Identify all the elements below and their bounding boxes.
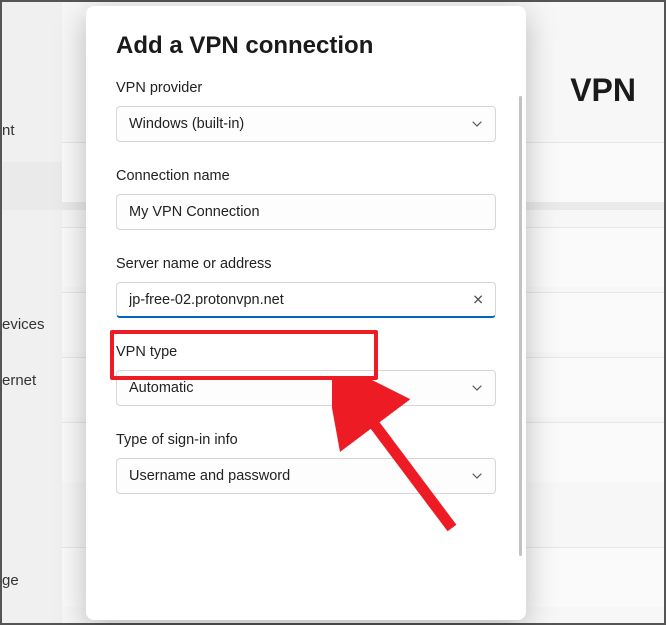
scrollbar[interactable] xyxy=(519,96,522,556)
field-vpn-provider: VPN provider Windows (built-in) xyxy=(116,80,496,142)
label-server-name: Server name or address xyxy=(116,256,496,272)
dropdown-value: Windows (built-in) xyxy=(129,116,244,132)
sidebar-item-fragment: nt xyxy=(2,112,15,149)
dropdown-vpn-provider[interactable]: Windows (built-in) xyxy=(116,106,496,142)
label-signin-type: Type of sign-in info xyxy=(116,432,496,448)
sidebar-item-fragment: ge xyxy=(2,562,19,599)
clear-icon[interactable]: ✕ xyxy=(472,292,484,309)
add-vpn-dialog: Add a VPN connection VPN provider Window… xyxy=(86,6,526,620)
page-breadcrumb-title: VPN xyxy=(570,72,636,109)
dropdown-value: Username and password xyxy=(129,468,290,484)
input-server-name[interactable] xyxy=(116,282,496,318)
input-connection-name[interactable] xyxy=(116,194,496,230)
sidebar-item-fragment: evices xyxy=(2,306,45,343)
dropdown-value: Automatic xyxy=(129,380,193,396)
dialog-title: Add a VPN connection xyxy=(116,32,496,60)
field-server-name: Server name or address ✕ xyxy=(116,256,496,318)
sidebar-item-fragment: ernet xyxy=(2,362,36,399)
label-vpn-type: VPN type xyxy=(116,344,496,360)
field-vpn-type: VPN type Automatic xyxy=(116,344,496,406)
dropdown-vpn-type[interactable]: Automatic xyxy=(116,370,496,406)
label-connection-name: Connection name xyxy=(116,168,496,184)
chevron-down-icon xyxy=(471,118,483,130)
dropdown-signin-type[interactable]: Username and password xyxy=(116,458,496,494)
field-connection-name: Connection name xyxy=(116,168,496,230)
field-signin-type: Type of sign-in info Username and passwo… xyxy=(116,432,496,494)
label-vpn-provider: VPN provider xyxy=(116,80,496,96)
chevron-down-icon xyxy=(471,470,483,482)
chevron-down-icon xyxy=(471,382,483,394)
